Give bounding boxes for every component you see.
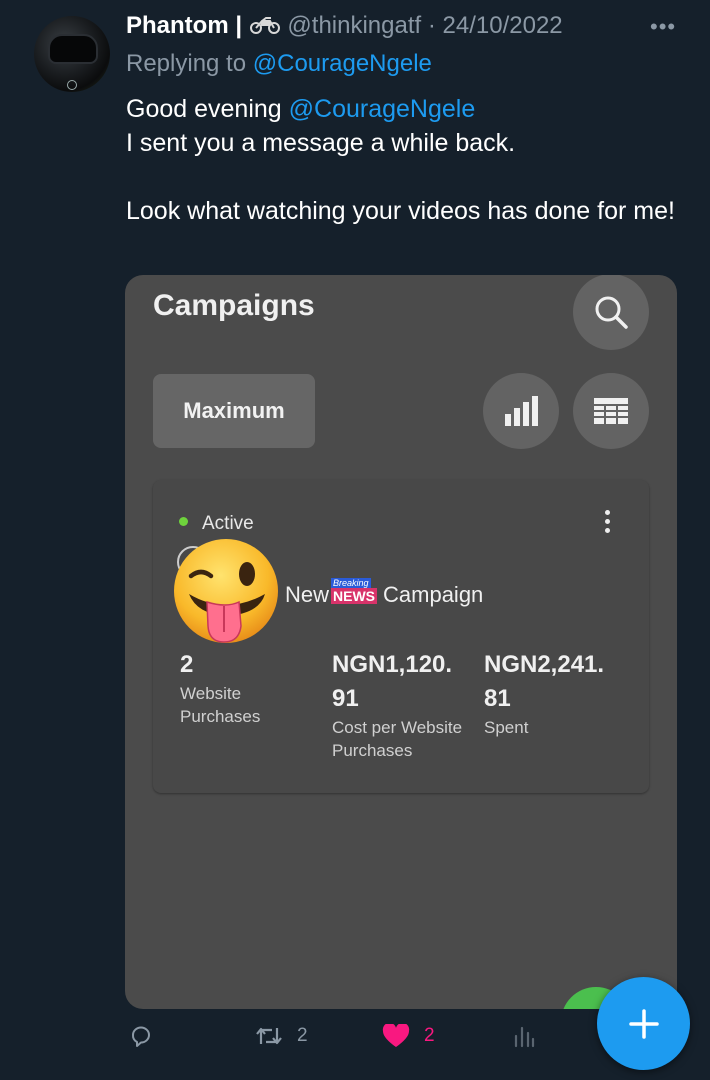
retweet-count: 2 bbox=[297, 1025, 308, 1046]
metric-cost-per-purchase: NGN1,120. 91 Cost per Website Purchases bbox=[332, 651, 463, 760]
tweet-date[interactable]: 24/10/2022 bbox=[443, 12, 563, 39]
media-image[interactable]: Campaigns Maximum Active New Breaking NE… bbox=[125, 275, 677, 1009]
metric-purchases: 2 Website Purchases bbox=[180, 651, 261, 726]
campaign-card: Active New Breaking NEWS Campaign 2 Webs… bbox=[153, 480, 649, 793]
search-button bbox=[573, 275, 649, 350]
tweet-text: Good evening @CourageNgele I sent you a … bbox=[126, 92, 686, 228]
status-dot bbox=[179, 517, 188, 526]
retweet-icon bbox=[256, 1027, 282, 1045]
metric-spent: NGN2,241. 81 Spent bbox=[484, 651, 605, 737]
campaign-name-left: New bbox=[285, 582, 330, 607]
display-name[interactable]: Phantom | bbox=[126, 12, 242, 39]
avatar[interactable] bbox=[34, 16, 110, 92]
tweet-line-3: Look what watching your videos has done … bbox=[126, 197, 675, 225]
more-icon[interactable]: ••• bbox=[650, 14, 676, 40]
separator: · bbox=[427, 12, 436, 39]
campaigns-title: Campaigns bbox=[153, 289, 315, 322]
reply-icon bbox=[132, 1026, 150, 1047]
retweet-button[interactable]: 2 bbox=[255, 1024, 308, 1048]
analytics-button[interactable] bbox=[512, 1024, 536, 1048]
replying-mention[interactable]: @CourageNgele bbox=[253, 50, 432, 77]
tweet-line-2: I sent you a message a while back. bbox=[126, 129, 516, 157]
motorcycle-icon bbox=[249, 17, 280, 34]
analytics-icon bbox=[514, 1026, 535, 1048]
status-badge: Active bbox=[179, 513, 254, 535]
compose-button[interactable] bbox=[597, 977, 690, 1070]
mention-link[interactable]: @CourageNgele bbox=[289, 95, 476, 123]
replying-prefix: Replying to bbox=[126, 50, 247, 77]
reply-button[interactable] bbox=[129, 1024, 153, 1048]
replying-to: Replying to @CourageNgele bbox=[126, 50, 432, 78]
bar-chart-icon bbox=[505, 396, 538, 426]
maximum-button: Maximum bbox=[153, 374, 315, 448]
table-icon bbox=[594, 398, 628, 424]
like-button[interactable]: 2 bbox=[382, 1024, 435, 1048]
search-icon bbox=[595, 296, 628, 329]
status-label: Active bbox=[202, 513, 254, 534]
wink-tongue-emoji bbox=[174, 539, 278, 643]
greeting: Good evening bbox=[126, 95, 282, 123]
like-count: 2 bbox=[424, 1025, 435, 1046]
tweet-header: Phantom | @thinkingatf · 24/10/2022 bbox=[126, 12, 563, 40]
handle[interactable]: @thinkingatf bbox=[287, 12, 421, 39]
campaign-name: New Breaking NEWS Campaign bbox=[285, 578, 483, 608]
campaign-name-right: Campaign bbox=[383, 582, 484, 607]
news-sticker: Breaking NEWS bbox=[331, 578, 378, 604]
heart-icon bbox=[382, 1024, 410, 1047]
more-vertical-icon bbox=[605, 510, 611, 537]
plus-icon bbox=[628, 1008, 659, 1039]
table-button bbox=[573, 373, 649, 449]
chart-button bbox=[483, 373, 559, 449]
